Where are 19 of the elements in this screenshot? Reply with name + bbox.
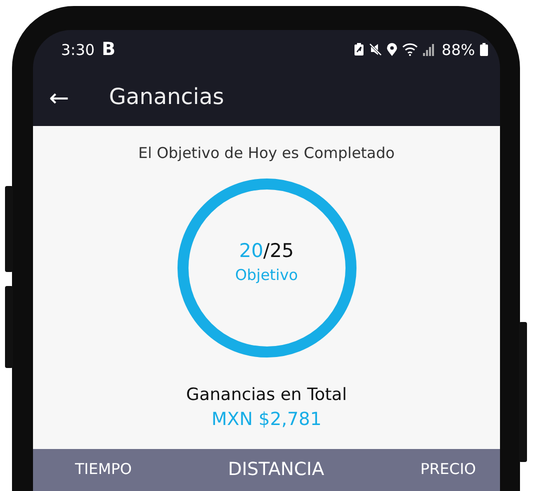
location-icon: [386, 43, 397, 56]
tab[interactable]: PRECIO: [420, 460, 476, 478]
battery-icon: [480, 43, 488, 56]
battery-saver-icon: [354, 43, 364, 56]
tab[interactable]: TIEMPO: [75, 460, 132, 478]
earnings-amount: MXN $2,781: [211, 408, 322, 430]
status-time: 3:30: [61, 40, 95, 59]
screen-title: Ganancias: [109, 85, 224, 110]
goal-label: Objetivo: [235, 266, 298, 284]
battery-percent: 88%: [442, 40, 475, 59]
signal-icon: [422, 43, 435, 56]
goal-count: 20/25: [239, 240, 294, 262]
back-button[interactable]: ←: [49, 86, 71, 110]
mute-icon: [368, 43, 382, 56]
tab[interactable]: DISTANCIA: [228, 458, 324, 480]
app-letter: B: [102, 39, 116, 60]
earnings-label: Ganancias en Total: [186, 384, 347, 405]
goal-heading: El Objetivo de Hoy es Completado: [138, 144, 395, 162]
wifi-icon: [402, 43, 418, 56]
